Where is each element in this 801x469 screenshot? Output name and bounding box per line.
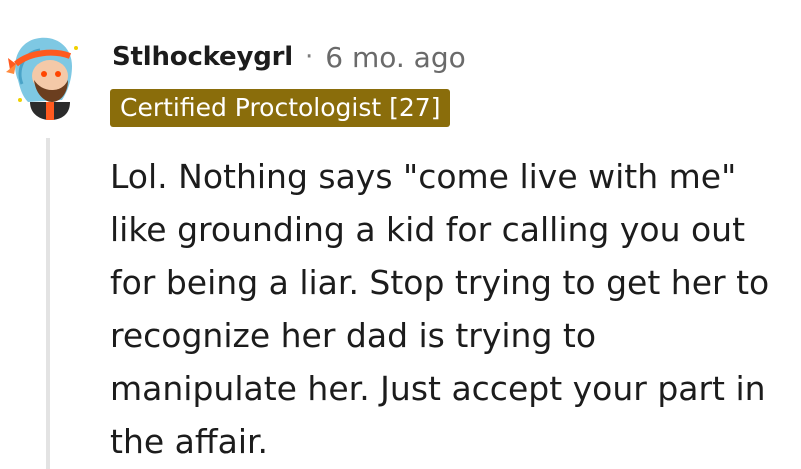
comment-meta: Stlhockeygrl · 6 mo. ago	[112, 40, 466, 74]
comment-timestamp[interactable]: 6 mo. ago	[325, 41, 466, 74]
comment-body: Lol. Nothing says "come live with me" li…	[110, 157, 770, 461]
user-avatar-icon[interactable]	[6, 30, 88, 122]
thread-line[interactable]	[46, 138, 50, 469]
username-link[interactable]: Stlhockeygrl	[112, 42, 293, 72]
comment: Stlhockeygrl · 6 mo. ago Certified Proct…	[0, 0, 801, 469]
user-flair-badge: Certified Proctologist [27]	[110, 89, 451, 127]
meta-separator: ·	[304, 42, 314, 72]
